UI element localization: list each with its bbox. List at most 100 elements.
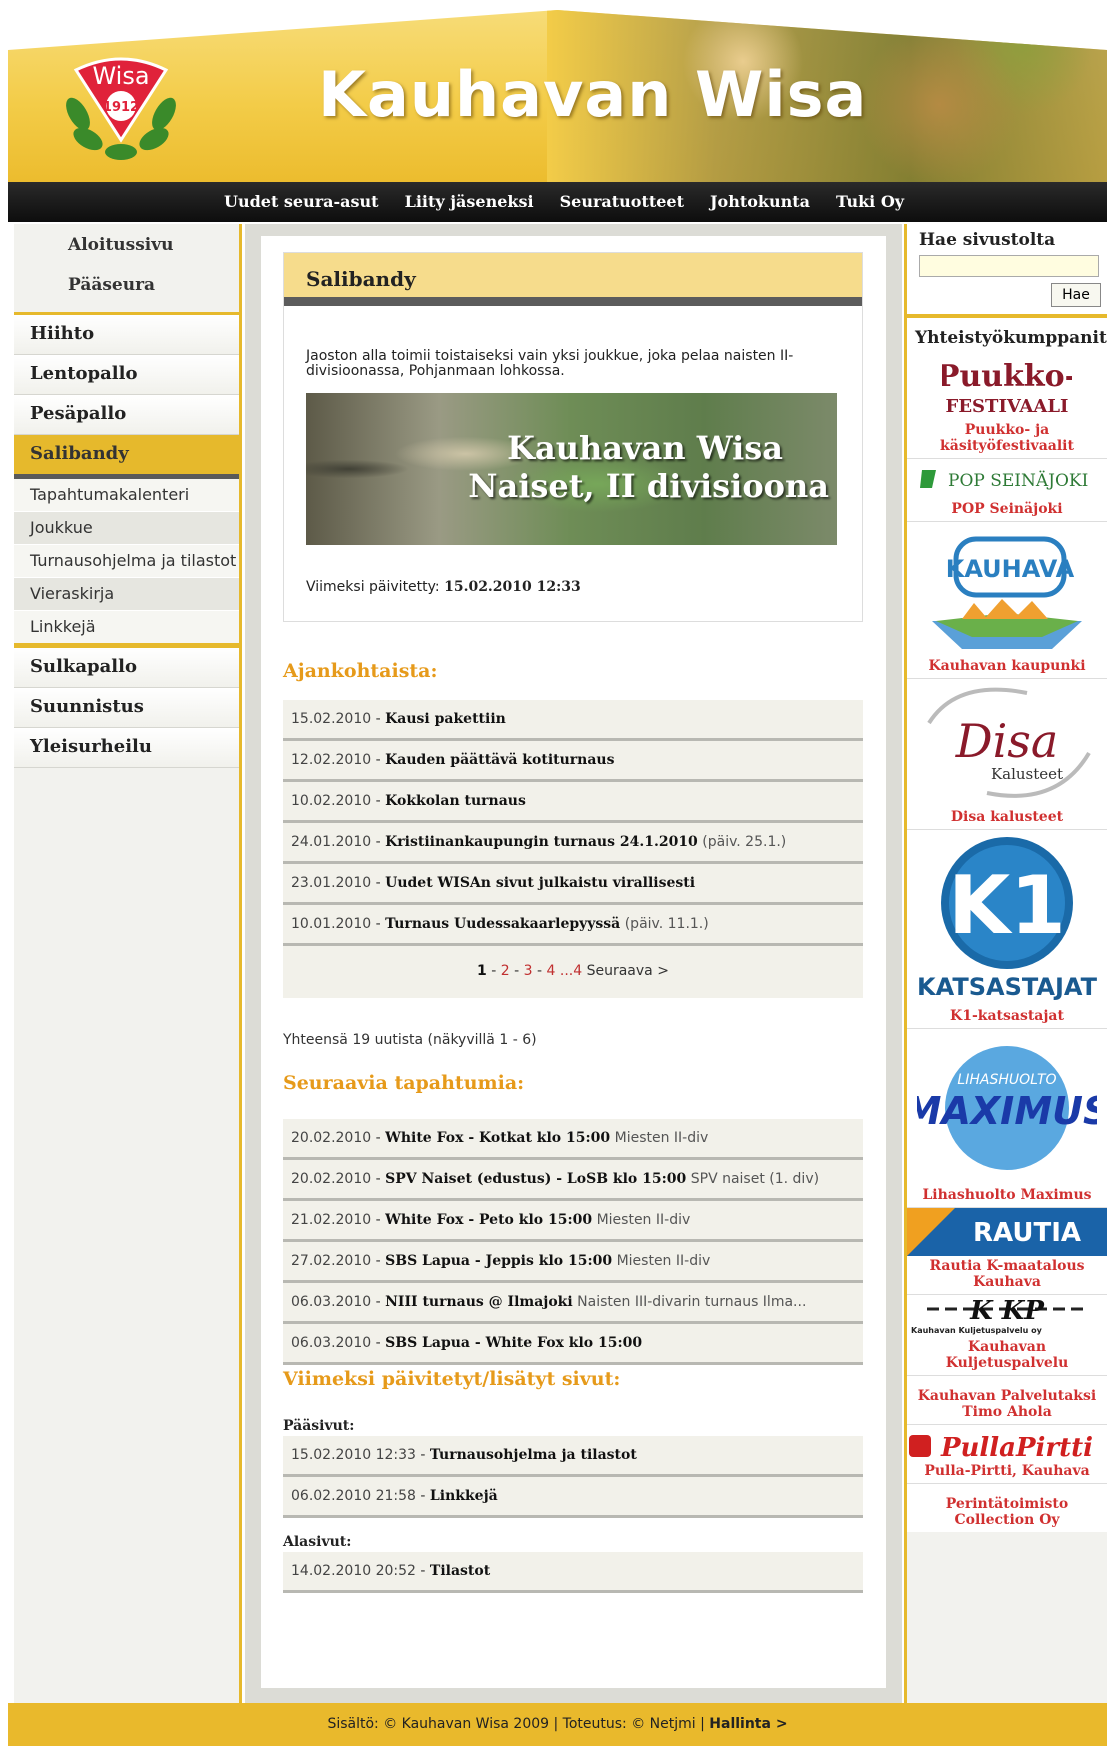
kauhava-logo: KAUHAVA (907, 522, 1107, 656)
partners-title: Yhteistyökumppanit (907, 314, 1107, 354)
nav-liity-jaseneksi[interactable]: Liity jäseneksi (405, 182, 534, 222)
partner-caption: Kauhavan kaupunki (928, 658, 1086, 674)
updated-page-item[interactable]: 15.02.2010 12:33 - Turnausohjelma ja til… (283, 1436, 863, 1477)
left-sidebar: Aloitussivu Pääseura Hiihto Lentopallo P… (14, 224, 242, 1703)
svg-text:KATSASTAJAT: KATSASTAJAT (917, 973, 1097, 1001)
news-item[interactable]: 15.02.2010 - Kausi pakettiin (283, 700, 863, 741)
admin-link[interactable]: Hallinta > (709, 1716, 787, 1732)
partner-caption: POP Seinäjoki (951, 501, 1063, 517)
sport-item-yleisurheilu[interactable]: Yleisurheilu (14, 728, 239, 768)
page-current: 1 (477, 963, 487, 979)
partner-puukko[interactable]: Puukko- FESTIVAALI Puukko- ja käsityöfes… (907, 354, 1107, 459)
partner-pop-seinajoki[interactable]: POP SEINÄJOKI POP Seinäjoki (907, 459, 1107, 522)
site-footer: Sisältö: © Kauhavan Wisa 2009 | Toteutus… (8, 1703, 1107, 1746)
sport-item-pesapallo[interactable]: Pesäpallo (14, 395, 239, 435)
subpage-turnausohjelma[interactable]: Turnausohjelma ja tilastot (14, 545, 239, 578)
subpage-tapahtumakalenteri[interactable]: Tapahtumakalenteri (14, 479, 239, 512)
search-title: Hae sivustolta (919, 230, 1056, 250)
svg-text:FESTIVAALI: FESTIVAALI (946, 396, 1069, 417)
content-panel: Salibandy Jaoston alla toimii toistaisek… (261, 236, 886, 1688)
page-title: Salibandy (284, 253, 862, 306)
news-item[interactable]: 10.02.2010 - Kokkolan turnaus (283, 782, 863, 823)
main-pages-label: Pääsivut: (283, 1418, 355, 1434)
disa-logo: Disa Kalusteet (907, 679, 1107, 807)
partner-pullapirtti[interactable]: PullaPirtti Pulla-Pirtti, Kauhava (907, 1425, 1107, 1484)
footer-credits: Sisältö: © Kauhavan Wisa 2009 | Toteutus… (327, 1716, 705, 1732)
svg-text:PullaPirtti: PullaPirtti (940, 1433, 1093, 1461)
nav-johtokunta[interactable]: Johtokunta (710, 182, 810, 222)
sport-item-suunnistus[interactable]: Suunnistus (14, 688, 239, 728)
svg-text:POP SEINÄJOKI: POP SEINÄJOKI (948, 470, 1088, 491)
event-item[interactable]: 06.03.2010 - SBS Lapua - White Fox klo 1… (283, 1324, 863, 1365)
nav-seuratuotteet[interactable]: Seuratuotteet (560, 182, 684, 222)
updated-page-item[interactable]: 06.02.2010 21:58 - Linkkejä (283, 1477, 863, 1518)
sub-pages-label: Alasivut: (283, 1534, 352, 1550)
sport-item-hiihto[interactable]: Hiihto (14, 315, 239, 355)
partner-caption: Disa kalusteet (950, 809, 1064, 825)
partner-palvelutaksi[interactable]: Kauhavan Palvelutaksi Timo Ahola (907, 1376, 1107, 1425)
partner-rautia[interactable]: RAUTIA Rautia K-maatalous Kauhava (907, 1208, 1107, 1295)
news-item[interactable]: 10.01.2010 - Turnaus Uudessakaarlepyyssä… (283, 905, 863, 946)
pop-logo: POP SEINÄJOKI (907, 459, 1107, 499)
event-item[interactable]: 06.03.2010 - NIII turnaus @ Ilmajoki Nai… (283, 1283, 863, 1324)
svg-text:MAXIMUS: MAXIMUS (917, 1089, 1097, 1133)
partner-caption: K1-katsastajat (950, 1008, 1064, 1024)
last-updated-value: 15.02.2010 12:33 (444, 579, 581, 595)
page-link-4[interactable]: 4 (547, 963, 556, 979)
page-next[interactable]: Seuraava > (587, 963, 669, 979)
right-sidebar: Hae sivustolta Hae Yhteistyökumppanit Pu… (904, 224, 1107, 1703)
sub-pages-list: 14.02.2010 20:52 - Tilastot (283, 1552, 863, 1593)
partner-collection[interactable]: Perintätoimisto Collection Oy (907, 1484, 1107, 1532)
news-item[interactable]: 12.02.2010 - Kauden päättävä kotiturnaus (283, 741, 863, 782)
partner-k1[interactable]: K1 KATSASTAJAT K1-katsastajat (907, 830, 1107, 1029)
news-pagination: 1 - 2 - 3 - 4 ...4 Seuraava > (283, 946, 863, 998)
partner-caption: Perintätoimisto Collection Oy (945, 1496, 1069, 1528)
svg-text:K1: K1 (948, 859, 1066, 952)
maximus-logo: LIHASHUOLTO MAXIMUS (907, 1029, 1107, 1185)
club-logo[interactable]: Wisa 1912 (58, 44, 184, 164)
partner-kauhava[interactable]: KAUHAVA Kauhavan kaupunki (907, 522, 1107, 679)
svg-text:Kalusteet: Kalusteet (991, 765, 1063, 783)
news-item[interactable]: 24.01.2010 - Kristiinankaupungin turnaus… (283, 823, 863, 864)
intro-text: Jaoston alla toimii toistaiseksi vain yk… (306, 348, 794, 379)
partner-caption: Kauhavan Kuljetuspalvelu (945, 1339, 1069, 1371)
news-heading: Ajankohtaista: (283, 660, 438, 682)
partner-caption: Puukko- ja käsityöfestivaalit (940, 422, 1074, 454)
nav-uudet-seura-asut[interactable]: Uudet seura-asut (224, 182, 379, 222)
sport-item-lentopallo[interactable]: Lentopallo (14, 355, 239, 395)
link-aloitussivu[interactable]: Aloitussivu (14, 230, 239, 270)
sport-item-sulkapallo[interactable]: Sulkapallo (14, 648, 239, 688)
team-banner-image: Kauhavan Wisa Naiset, II divisioona (306, 393, 837, 545)
page-link-2[interactable]: 2 (501, 963, 510, 979)
partner-disa[interactable]: Disa Kalusteet Disa kalusteet (907, 679, 1107, 830)
updated-page-item[interactable]: 14.02.2010 20:52 - Tilastot (283, 1552, 863, 1593)
last-updated-label: Viimeksi päivitetty: (306, 579, 440, 595)
svg-text:Disa: Disa (955, 714, 1059, 768)
sport-item-salibandy[interactable]: Salibandy (14, 435, 239, 479)
news-item[interactable]: 23.01.2010 - Uudet WISAn sivut julkaistu… (283, 864, 863, 905)
event-item[interactable]: 21.02.2010 - White Fox - Peto klo 15:00 … (283, 1201, 863, 1242)
partner-kuljetuspalvelu[interactable]: K KP Kauhavan Kuljetuspalvelu oy Kauhava… (907, 1295, 1107, 1376)
subpage-vieraskirja[interactable]: Vieraskirja (14, 578, 239, 611)
intro-box: Salibandy Jaoston alla toimii toistaisek… (283, 252, 863, 622)
svg-text:K KP: K KP (969, 1296, 1045, 1326)
page-link-last[interactable]: ...4 (560, 963, 582, 979)
subpage-joukkue[interactable]: Joukkue (14, 512, 239, 545)
puukko-logo: Puukko- FESTIVAALI (907, 354, 1107, 420)
event-item[interactable]: 27.02.2010 - SBS Lapua - Jeppis klo 15:0… (283, 1242, 863, 1283)
event-item[interactable]: 20.02.2010 - SPV Naiset (edustus) - LoSB… (283, 1160, 863, 1201)
search-button[interactable]: Hae (1051, 283, 1101, 307)
sport-menu: Hiihto Lentopallo Pesäpallo Salibandy Ta… (14, 312, 239, 768)
event-item[interactable]: 20.02.2010 - White Fox - Kotkat klo 15:0… (283, 1119, 863, 1160)
partner-maximus[interactable]: LIHASHUOLTO MAXIMUS Lihashuolto Maximus (907, 1029, 1107, 1208)
search-input[interactable] (919, 255, 1099, 277)
banner-subtitle: Naiset, II divisioona (468, 467, 829, 505)
news-total: Yhteensä 19 uutista (näkyvillä 1 - 6) (283, 1032, 537, 1048)
link-paaseura[interactable]: Pääseura (14, 270, 239, 310)
page-link-3[interactable]: 3 (524, 963, 533, 979)
pullapirtti-logo: PullaPirtti (907, 1431, 1107, 1461)
banner-title: Kauhavan Wisa (507, 429, 783, 467)
subpage-linkkeja[interactable]: Linkkejä (14, 611, 239, 648)
updates-heading: Viimeksi päivitetyt/lisätyt sivut: (283, 1368, 621, 1390)
nav-tuki-oy[interactable]: Tuki Oy (836, 182, 904, 222)
